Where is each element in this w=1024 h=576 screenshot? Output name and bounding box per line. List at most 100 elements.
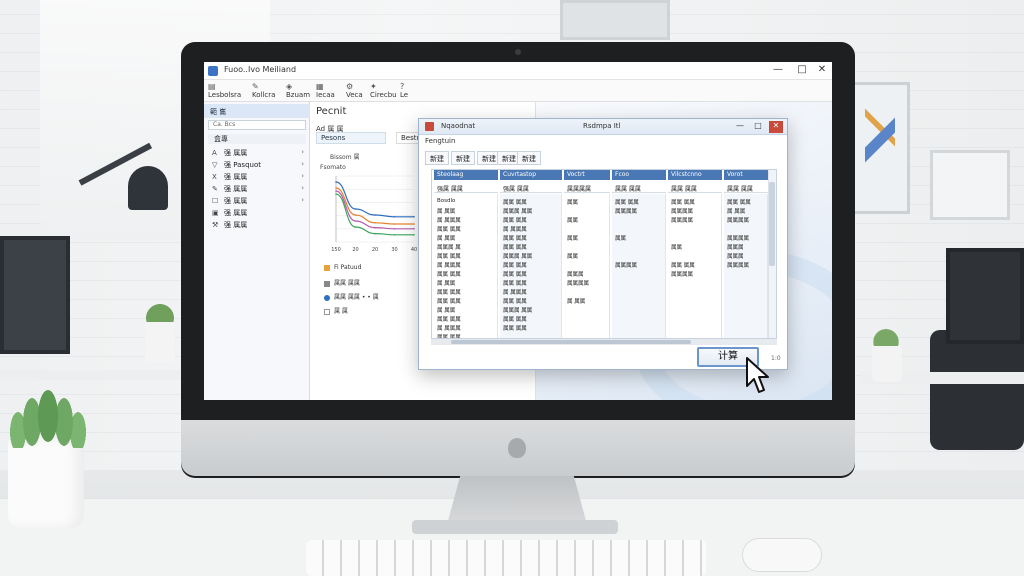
toolbar-label: Lesbolsra xyxy=(208,91,242,99)
sidebar-subheader[interactable]: 盒專 xyxy=(208,134,306,144)
grid-cell[interactable]: 属 属属 xyxy=(434,306,498,314)
grid-cell[interactable]: 属属 属属 xyxy=(500,243,562,251)
grid-cell[interactable]: 属属 属属 xyxy=(500,324,562,332)
toolbar-item-help[interactable]: ? Le xyxy=(400,82,408,99)
grid-cell[interactable]: 属属属 属属 xyxy=(500,306,562,314)
grid-subheader: 属属属属 xyxy=(564,184,610,193)
window-title: Fuoo..Ivo Meiliand xyxy=(224,65,297,74)
grid-column-header[interactable]: Vorot xyxy=(724,170,768,180)
toolbar-label: Veca xyxy=(346,91,363,99)
grid-cell[interactable]: 属属 xyxy=(668,243,722,251)
scrollbar-thumb[interactable] xyxy=(769,182,775,266)
grid-cell[interactable]: 属属 属属 xyxy=(668,261,722,269)
grid-cell[interactable]: 属属属 属属 xyxy=(500,207,562,215)
grid-cell[interactable]: 属属 属属 xyxy=(434,297,498,305)
grid-cell[interactable]: 属属 属属 xyxy=(500,261,562,269)
sidebar-item[interactable]: ✎ 强 属属 › xyxy=(212,184,306,196)
grid-cell[interactable]: 属属属 属属 xyxy=(500,252,562,260)
grid-cell[interactable]: 属属 属属 xyxy=(724,198,768,206)
chart-point xyxy=(354,220,357,222)
grid-cell[interactable]: 属 属属属 xyxy=(434,261,498,269)
sidebar-search-input[interactable]: Ca. Bcs xyxy=(208,120,306,130)
horizontal-scrollbar[interactable] xyxy=(431,339,777,345)
grid-cell[interactable]: 属属 属属 xyxy=(434,252,498,260)
dialog-tab[interactable]: 新建 xyxy=(517,151,541,165)
toolbar-item-edit[interactable]: ✎ Kollcra xyxy=(252,82,275,99)
grid-cell[interactable]: 属属属属 xyxy=(612,261,666,269)
grid-cell[interactable]: 属属属 xyxy=(724,243,768,251)
grid-cell[interactable]: 属 属属 xyxy=(434,279,498,287)
grid-cell[interactable]: 属属属 属 xyxy=(434,243,498,251)
grid-cell[interactable]: 属 属属 xyxy=(434,234,498,242)
toolbar-item-settings[interactable]: ⚙ Veca xyxy=(346,82,363,99)
legend-item[interactable]: 属 属 xyxy=(324,306,348,315)
toolbar-item-tools[interactable]: ✦ Cirecbu xyxy=(370,82,397,99)
grid-cell[interactable]: 属属属属 xyxy=(668,207,722,215)
grid-cell[interactable]: 属属 属属 xyxy=(434,225,498,233)
grid-cell[interactable]: 属 属属属 xyxy=(500,288,562,296)
grid-cell[interactable]: 属属属属 xyxy=(668,270,722,278)
sidebar-item[interactable]: ☐ 强 属属 › xyxy=(212,196,306,208)
tab-active[interactable]: Pesons xyxy=(316,132,386,144)
sidebar-item[interactable]: ▣ 强 属属 xyxy=(212,208,306,220)
maximize-button[interactable]: □ xyxy=(792,64,812,75)
dialog-close-button[interactable]: ✕ xyxy=(769,121,783,133)
grid-cell[interactable]: 属属 属属 xyxy=(434,288,498,296)
grid-cell[interactable]: 属属 属属 xyxy=(500,297,562,305)
grid-cell[interactable]: 属属 xyxy=(564,252,610,260)
grid-cell[interactable]: 属 属属 xyxy=(724,207,768,215)
sidebar-item[interactable]: X 强 属属 › xyxy=(212,172,306,184)
grid-cell[interactable]: 属属 属属 xyxy=(500,234,562,242)
grid-cell[interactable]: 属属 属属 xyxy=(500,270,562,278)
grid-column-header[interactable]: Vilcstcnno xyxy=(668,170,722,180)
minimize-button[interactable]: — xyxy=(768,64,788,75)
sidebar-item[interactable]: ⚒ 强 属属 xyxy=(212,220,306,232)
grid-cell[interactable]: 属属 属属 xyxy=(434,315,498,323)
sidebar-item[interactable]: A 强 属属 › xyxy=(212,148,306,160)
grid-cell[interactable]: 属属 xyxy=(564,198,610,206)
dialog-tab[interactable]: 新建 xyxy=(451,151,475,165)
grid-cell[interactable]: 属属 xyxy=(564,216,610,224)
grid-cell[interactable]: 属属 属属 xyxy=(500,279,562,287)
grid-cell[interactable]: 属属属属 xyxy=(724,216,768,224)
grid-cell[interactable]: 属属属 xyxy=(564,270,610,278)
grid-cell[interactable]: Bosdlo xyxy=(434,198,498,206)
grid-cell[interactable]: 属属 xyxy=(564,234,610,242)
page-title: Pecnit xyxy=(316,106,347,117)
grid-cell[interactable]: 属属属属 xyxy=(564,279,610,287)
sidebar-item[interactable]: ▽ 强 Pasquot › xyxy=(212,160,306,172)
dialog-tab[interactable]: 新建 xyxy=(425,151,449,165)
toolbar-item-view[interactable]: ◈ Bzuam xyxy=(286,82,310,99)
dialog-minimize-button[interactable]: — xyxy=(733,121,747,133)
grid-column-header[interactable]: Voctrt xyxy=(564,170,610,180)
grid-cell[interactable]: 属属 属属 xyxy=(500,198,562,206)
grid-column-header[interactable]: Steolaag xyxy=(434,170,498,180)
dialog-maximize-button[interactable]: □ xyxy=(751,121,765,133)
grid-cell[interactable]: 属属属属 xyxy=(612,207,666,215)
grid-cell[interactable]: 属属 属属 xyxy=(434,270,498,278)
grid-cell[interactable]: 属属属属 xyxy=(724,261,768,269)
grid-cell[interactable]: 属属 属属 xyxy=(612,198,666,206)
close-button[interactable]: ✕ xyxy=(812,64,832,75)
grid-cell[interactable]: 属属属属 xyxy=(724,234,768,242)
grid-cell[interactable]: 属属 属属 xyxy=(500,315,562,323)
grid-cell[interactable]: 属属 属属 xyxy=(668,198,722,206)
grid-cell[interactable]: 属属 属属 xyxy=(500,216,562,224)
toolbar-item-file[interactable]: ▤ Lesbolsra xyxy=(208,82,241,99)
grid-cell[interactable]: 属 属属 xyxy=(434,207,498,215)
chart-point xyxy=(354,226,357,228)
grid-cell[interactable]: 属 属属属 xyxy=(434,216,498,224)
chart-point xyxy=(374,226,376,229)
grid-cell[interactable]: 属属属属 xyxy=(668,216,722,224)
scrollbar-thumb[interactable] xyxy=(451,340,691,344)
grid-cell[interactable]: 属 属属 xyxy=(564,297,610,305)
grid-cell[interactable]: 属属属 xyxy=(724,252,768,260)
grid-cell[interactable]: 属 属属属 xyxy=(500,225,562,233)
grid-column-header[interactable]: Fcoo xyxy=(612,170,666,180)
grid-cell[interactable]: 属 属属属 xyxy=(434,324,498,332)
grid-column-header[interactable]: Cuvrtastop xyxy=(500,170,562,180)
grid-cell[interactable]: 属属 xyxy=(612,234,666,242)
window-titlebar: Fuoo..Ivo Meiliand — □ ✕ xyxy=(204,62,832,80)
toolbar-item-chart[interactable]: ▦ Iecaa xyxy=(316,82,335,99)
vertical-scrollbar[interactable] xyxy=(768,170,776,338)
